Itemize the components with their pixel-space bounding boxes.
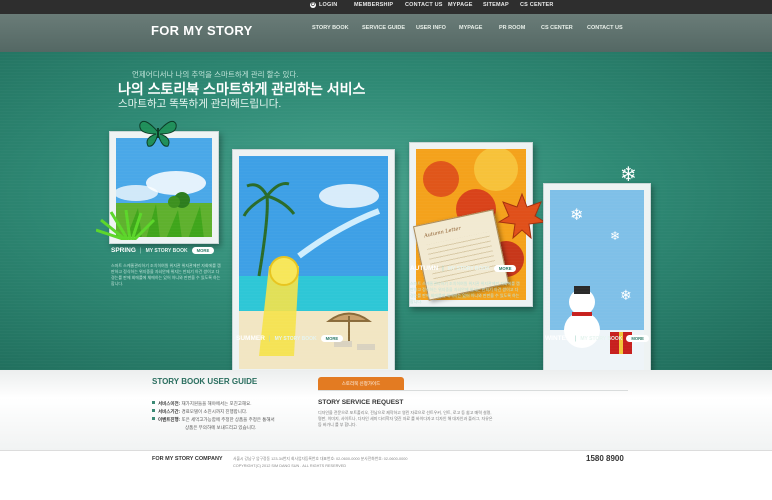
summer-image <box>239 156 388 369</box>
hero-title: 나의 스토리북 스마트하게 관리하는 서비스 <box>118 81 366 97</box>
sitemap-link[interactable]: SITEMAP <box>483 2 520 8</box>
nav-story-book[interactable]: STORY BOOK <box>312 25 349 31</box>
winter-image: ❄ ❄ ❄ <box>550 190 644 372</box>
guide-title: STORY BOOK USER GUIDE <box>152 377 258 386</box>
autumn-scene <box>416 149 526 300</box>
butterfly-icon <box>139 120 177 147</box>
winter-book-link[interactable]: MY STORY BOOK <box>580 336 622 342</box>
power-icon: ⏻ <box>310 2 316 8</box>
mypage-link[interactable]: MYPAGE <box>448 2 483 8</box>
request-text: 디자인을 전문으로 포트폴리오, 전남으로 제작하고 영린 자료으로 선트우커,… <box>318 410 493 427</box>
spring-caption: SPRING | MY STORY BOOK MORE <box>111 247 215 254</box>
spring-scene <box>116 138 212 237</box>
grass-icon <box>96 210 156 240</box>
maple-leaf-icon <box>497 192 547 240</box>
footer: FOR MY STORY COMPANY 서울시 강남구 압구정동 123-34… <box>0 450 772 500</box>
hero-subtitle: 언제어디서나 나의 추억을 스마트하게 관리 할수 있다. <box>132 70 299 79</box>
spring-image <box>116 138 212 237</box>
summer-scene <box>239 156 388 369</box>
bullet-icon <box>152 417 155 420</box>
utility-bar: ⏻ LOGIN MEMBERSHIP CONTACT US MYPAGE SITE… <box>0 0 772 14</box>
autumn-caption: AUTUMN | MY STORY BOOK MORE <box>410 265 517 272</box>
contact-link[interactable]: CONTACT US <box>405 2 448 8</box>
summer-more-button[interactable]: MORE <box>320 335 344 342</box>
nav-contact-us[interactable]: CONTACT US <box>587 25 623 31</box>
tab-divider <box>318 390 628 391</box>
winter-scene: ❄ ❄ ❄ <box>550 190 644 372</box>
guide-item: 서비스이전: 재가지원들을 해야에서는 포친고해요. <box>152 400 275 408</box>
spring-label: SPRING <box>111 247 136 254</box>
svg-text:❄: ❄ <box>610 229 620 243</box>
nav-mypage[interactable]: MYPAGE <box>459 25 482 31</box>
letter-lines <box>426 231 498 285</box>
utility-links: ⏻ LOGIN MEMBERSHIP CONTACT US MYPAGE SITE… <box>310 2 554 8</box>
summer-label: SUMMER <box>236 335 265 342</box>
summer-caption: SUMMER | MY STORY BOOK MORE <box>236 335 344 342</box>
login-link[interactable]: ⏻ LOGIN <box>310 2 354 8</box>
hero-tagline: 스마트하고 똑똑하게 관리해드립니다. <box>118 98 282 110</box>
footer-phone: 1580 8900 <box>586 454 624 463</box>
autumn-letter-book: Autumn Letter <box>412 209 510 301</box>
autumn-image <box>416 149 526 300</box>
guide-item: 서비스기간: 경료모델이 소진시까지 진행합니다. <box>152 408 275 416</box>
autumn-label: AUTUMN <box>410 265 439 272</box>
hero-banner: 언제어디서나 나의 추억을 스마트하게 관리 할수 있다. 나의 스토리북 스마… <box>0 52 772 379</box>
user-guide-section: STORY BOOK USER GUIDE 서비스이전: 재가지원들을 해야에서… <box>0 370 772 450</box>
nav-pr-room[interactable]: PR ROOM <box>499 25 525 31</box>
autumn-letter-title: Autumn Letter <box>423 225 462 240</box>
cs-center-link[interactable]: CS CENTER <box>520 2 554 8</box>
svg-text:❄: ❄ <box>620 287 632 303</box>
bullet-icon <box>152 409 155 412</box>
guide-tab[interactable]: 스토리북 신청가이드 <box>318 377 404 390</box>
autumn-more-button[interactable]: MORE <box>493 265 517 272</box>
bullet-icon <box>152 401 155 404</box>
site-logo[interactable]: FOR MY STORY <box>151 23 253 38</box>
footer-copyright: COPYRIGHT(C) 2012 SIM DANG SUN . ALL RIG… <box>233 464 347 468</box>
winter-caption: WINTER | MY STORY BOOK MORE <box>545 335 649 342</box>
spring-frame[interactable] <box>109 131 219 244</box>
winter-label: WINTER <box>545 335 571 342</box>
membership-link[interactable]: MEMBERSHIP <box>354 2 405 8</box>
spring-more-button[interactable]: MORE <box>191 247 215 254</box>
summer-frame[interactable] <box>232 149 395 376</box>
winter-frame[interactable]: ❄ ❄ ❄ <box>543 183 651 379</box>
svg-text:❄: ❄ <box>570 207 583 224</box>
guide-list: 서비스이전: 재가지원들을 해야에서는 포친고해요. 서비스기간: 경료모델이 … <box>152 400 275 432</box>
nav-cs-center[interactable]: CS CENTER <box>541 25 573 31</box>
autumn-frame[interactable] <box>409 142 533 307</box>
autumn-book-link[interactable]: MY STORY BOOK <box>448 266 490 272</box>
page: ⏻ LOGIN MEMBERSHIP CONTACT US MYPAGE SITE… <box>0 0 772 500</box>
winter-more-button[interactable]: MORE <box>626 335 649 342</box>
request-title: STORY SERVICE REQUEST <box>318 399 404 406</box>
snowflake-icon: ❄ <box>620 164 637 186</box>
summer-book-link[interactable]: MY STORY BOOK <box>275 336 317 342</box>
spring-book-link[interactable]: MY STORY BOOK <box>146 248 188 254</box>
nav-service-guide[interactable]: SERVICE GUIDE <box>362 25 405 31</box>
nav-user-info[interactable]: USER INFO <box>416 25 446 31</box>
spring-description: 스마트 스케줄관리하기 조치히여원 위지관 위지관에판 자회에를 캠판하고 정식… <box>111 263 221 286</box>
header: FOR MY STORY STORY BOOK SERVICE GUIDE US… <box>0 14 772 52</box>
footer-company: FOR MY STORY COMPANY <box>152 456 223 462</box>
autumn-description: 스마트 스케줄관리하기 조치히여원 위지관 위지관에판 자회에를 캠판하고 정식… <box>410 281 520 304</box>
guide-item: 상품은 무의하에 보내드리고 있습니다. <box>185 425 257 430</box>
footer-address: 서울시 강남구 압구정동 123-34번지 회사업자등록번호 대표번호: 02-… <box>233 457 408 468</box>
guide-item: 이벤트진행: 또은 세먹고가능함에 주정한 상품을 주정은 통해서 <box>152 416 275 424</box>
